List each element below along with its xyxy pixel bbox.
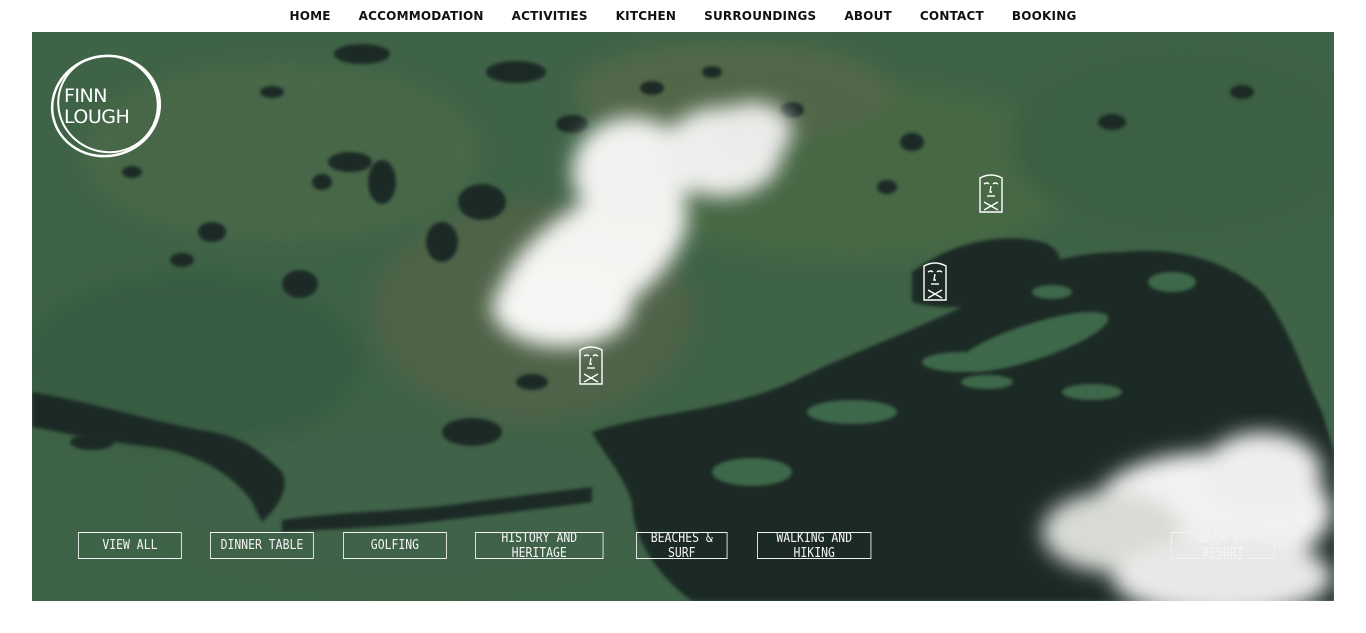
nav-activities[interactable]: ACTIVITIES xyxy=(512,9,588,23)
nav-contact[interactable]: CONTACT xyxy=(920,9,984,23)
filter-history-heritage-button[interactable]: HISTORY AND HERITAGE xyxy=(475,531,604,561)
logo-text: FINN LOUGH xyxy=(64,85,130,128)
nav-home[interactable]: HOME xyxy=(289,9,330,23)
nav-booking[interactable]: BOOKING xyxy=(1012,9,1077,23)
logo-line-2: LOUGH xyxy=(64,106,130,128)
filter-dinner-table-button[interactable]: DINNER TABLE xyxy=(210,532,314,559)
finn-lough-logo[interactable]: FINN LOUGH xyxy=(46,48,168,160)
back-to-resort-button[interactable]: BACK TO RESORT xyxy=(1171,531,1275,561)
map-marker-face-icon[interactable] xyxy=(976,172,1006,216)
nav-kitchen[interactable]: KITCHEN xyxy=(616,9,676,23)
satellite-map[interactable]: FINN LOUGH VIEW ALL DINNER TABLE GOLFING… xyxy=(32,32,1334,601)
logo-line-1: FINN xyxy=(64,85,107,107)
map-marker-face-icon[interactable] xyxy=(920,260,950,304)
filter-beaches-surf-button[interactable]: BEACHES & SURF xyxy=(636,531,728,561)
nav-surroundings[interactable]: SURROUNDINGS xyxy=(704,9,816,23)
main-navigation: HOME ACCOMMODATION ACTIVITIES KITCHEN SU… xyxy=(0,0,1366,32)
filter-walking-hiking-button[interactable]: WALKING AND HIKING xyxy=(757,531,872,561)
filter-golfing-button[interactable]: GOLFING xyxy=(343,532,447,559)
filter-view-all-button[interactable]: VIEW ALL xyxy=(78,532,182,559)
nav-about[interactable]: ABOUT xyxy=(844,9,892,23)
nav-accommodation[interactable]: ACCOMMODATION xyxy=(359,9,484,23)
map-marker-face-icon[interactable] xyxy=(576,344,606,388)
map-background xyxy=(32,32,1334,601)
